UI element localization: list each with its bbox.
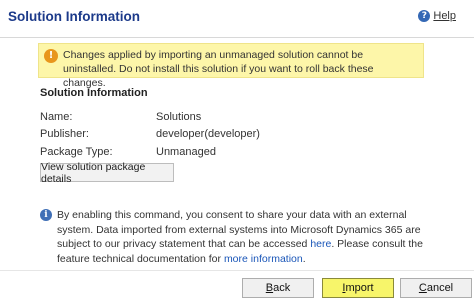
- cancel-button-label: ancel: [426, 282, 454, 294]
- cancel-button-accesskey: C: [418, 282, 427, 294]
- package-type-label: Package Type:: [40, 146, 113, 158]
- warning-banner: ! Changes applied by importing an unmana…: [38, 43, 424, 89]
- header-divider: [0, 37, 474, 38]
- consent-notice: i By enabling this command, you consent …: [40, 208, 430, 266]
- back-button[interactable]: Back: [242, 278, 314, 298]
- dialog-header: Solution Information ? Help: [0, 0, 474, 38]
- privacy-here-link[interactable]: here: [310, 238, 331, 250]
- dialog-title: Solution Information: [8, 9, 140, 24]
- cancel-button[interactable]: Cancel: [400, 278, 472, 298]
- name-label: Name:: [40, 111, 73, 123]
- publisher-value: developer(developer): [156, 128, 260, 140]
- import-button-label: mport: [345, 282, 374, 294]
- info-icon: i: [40, 209, 52, 221]
- warning-text: Changes applied by importing an unmanage…: [63, 49, 374, 89]
- view-package-details-button[interactable]: View solution package details: [40, 161, 174, 185]
- warning-icon: !: [44, 49, 58, 63]
- name-value: Solutions: [156, 111, 202, 123]
- consent-text: By enabling this command, you consent to…: [40, 208, 430, 266]
- back-button-label: ack: [273, 282, 291, 294]
- consent-text-3: .: [302, 252, 306, 265]
- package-type-value: Unmanaged: [156, 146, 216, 158]
- help-link[interactable]: ? Help: [418, 10, 456, 22]
- publisher-label: Publisher:: [40, 128, 89, 140]
- section-title: Solution Information: [40, 87, 148, 99]
- back-button-accesskey: B: [265, 282, 274, 294]
- import-button[interactable]: Import: [322, 278, 394, 298]
- help-icon: ?: [418, 10, 431, 22]
- footer-divider: [0, 270, 474, 271]
- help-label[interactable]: Help: [433, 10, 456, 22]
- more-information-link[interactable]: more information: [224, 253, 303, 265]
